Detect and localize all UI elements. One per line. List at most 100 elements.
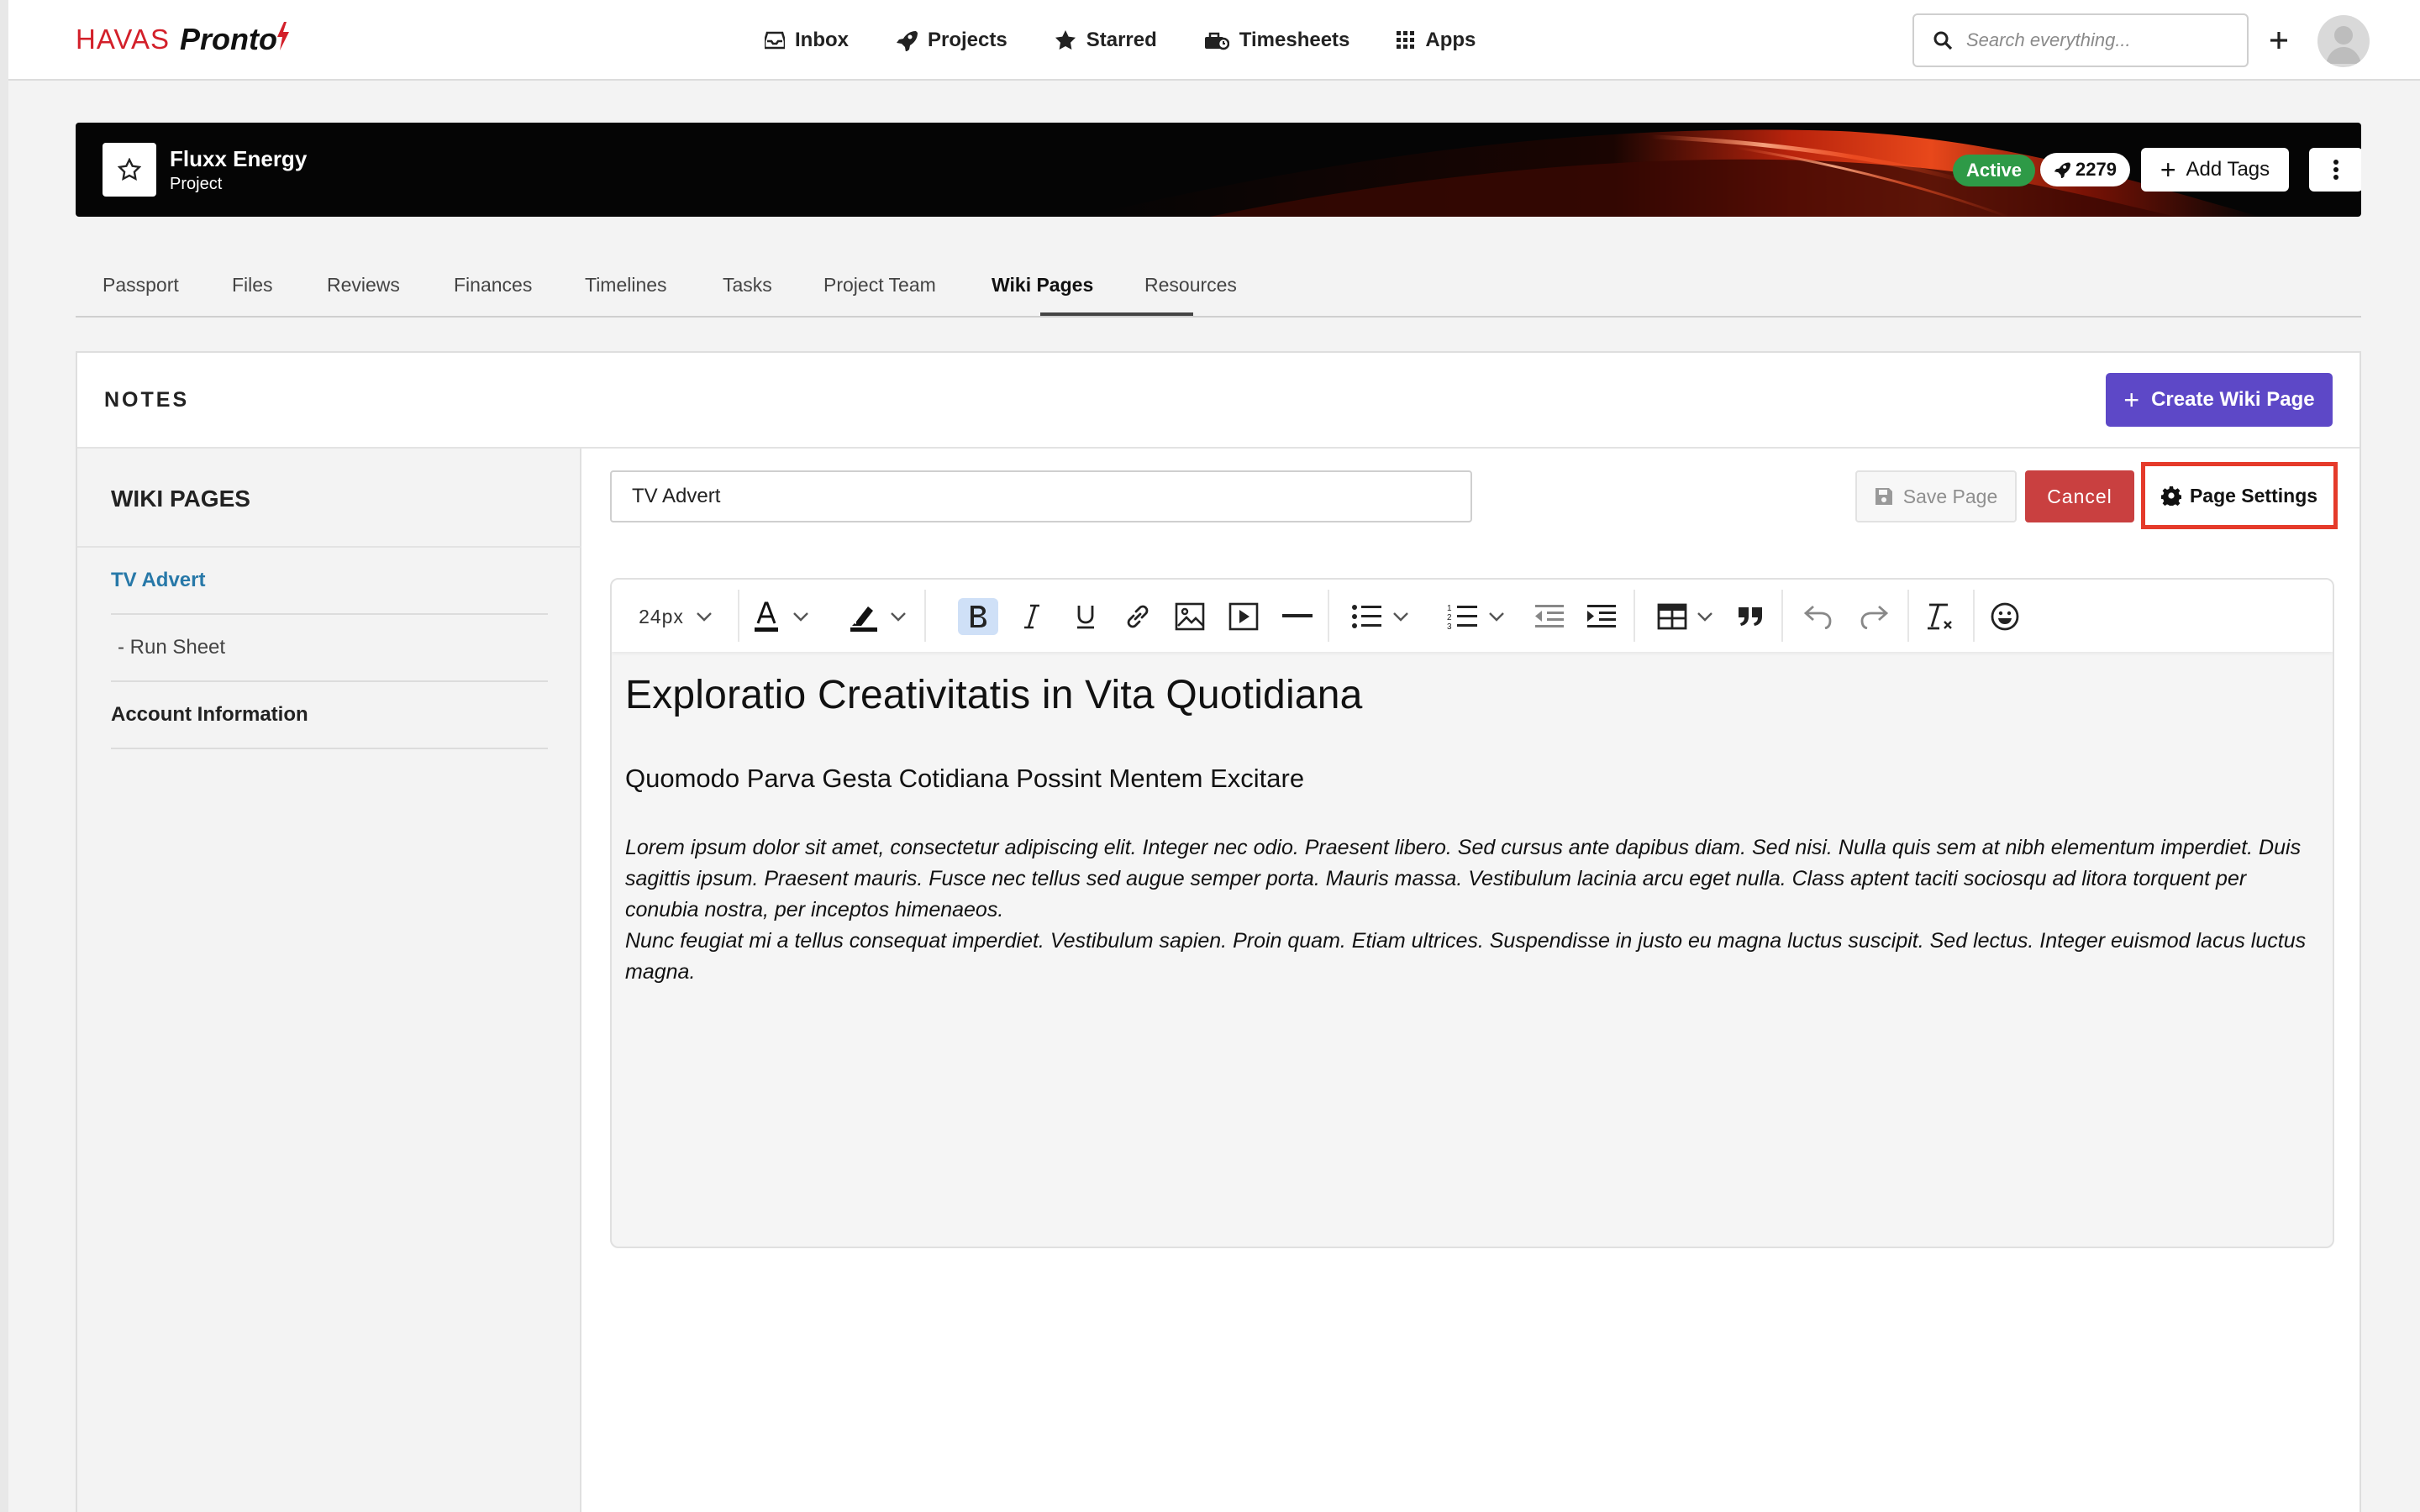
global-search[interactable]	[1912, 13, 2249, 67]
svg-text:3: 3	[1447, 622, 1452, 631]
plus-icon: +	[2160, 155, 2176, 185]
project-banner: Fluxx Energy Project Active 2279 + Add T…	[76, 123, 2361, 217]
create-wiki-page-label: Create Wiki Page	[2151, 388, 2315, 411]
logo-pronto-text: Pronto	[179, 22, 277, 56]
content-paragraph: Lorem ipsum dolor sit amet, consectetur …	[625, 836, 2302, 921]
app-logo[interactable]: HAVAS Pronto	[76, 18, 289, 60]
horizontal-rule-icon[interactable]	[1279, 598, 1316, 635]
add-tags-button[interactable]: + Add Tags	[2141, 148, 2289, 192]
indent-icon[interactable]	[1583, 598, 1620, 635]
timesheets-icon	[1204, 32, 1229, 50]
nav-apps[interactable]: Apps	[1397, 24, 1476, 57]
tab-resources[interactable]: Resources	[1144, 274, 1237, 297]
add-new-icon[interactable]	[2269, 25, 2289, 55]
chevron-down-icon[interactable]	[1486, 598, 1507, 635]
tab-passport[interactable]: Passport	[103, 274, 179, 297]
chevron-down-icon[interactable]	[887, 598, 909, 635]
logo-havas-text: HAVAS	[76, 24, 170, 55]
tab-timelines[interactable]: Timelines	[585, 274, 667, 297]
link-icon[interactable]	[1119, 598, 1156, 635]
toolbar-separator	[1634, 590, 1635, 642]
font-size-select[interactable]: 24px	[625, 598, 726, 635]
bold-icon[interactable]	[958, 598, 998, 635]
project-name: Fluxx Energy	[170, 146, 308, 171]
sidebar-item-account-information[interactable]: Account Information	[111, 682, 548, 749]
panel-title: NOTES	[104, 388, 190, 412]
toolbar-separator	[1781, 590, 1783, 642]
kebab-menu-icon	[2333, 160, 2338, 180]
tab-wiki-pages[interactable]: Wiki Pages	[992, 274, 1093, 297]
redo-icon[interactable]	[1855, 598, 1892, 635]
toolbar-separator	[1907, 590, 1909, 642]
page-title-input[interactable]	[610, 470, 1472, 522]
star-outline-icon	[118, 158, 141, 181]
video-icon[interactable]	[1225, 598, 1262, 635]
tab-reviews[interactable]: Reviews	[327, 274, 400, 297]
chevron-down-icon[interactable]	[1694, 598, 1716, 635]
cancel-button[interactable]: Cancel	[2025, 470, 2134, 522]
image-icon[interactable]	[1171, 598, 1208, 635]
nav-starred-label: Starred	[1086, 29, 1157, 51]
toolbar-separator	[738, 590, 739, 642]
save-page-button[interactable]: Save Page	[1855, 470, 2017, 522]
highlight-color-icon[interactable]	[845, 598, 882, 635]
svg-text:1: 1	[1447, 604, 1452, 613]
sidebar-item-run-sheet[interactable]: - Run Sheet	[111, 615, 548, 682]
window-edge	[0, 0, 8, 1512]
nav-timesheets[interactable]: Timesheets	[1204, 24, 1350, 57]
logo-bolt-icon	[276, 21, 289, 58]
nav-apps-label: Apps	[1425, 29, 1476, 51]
bullet-list-icon[interactable]	[1348, 598, 1385, 635]
chevron-down-icon[interactable]	[1390, 598, 1412, 635]
content-paragraph: Nunc feugiat mi a tellus consequat imper…	[625, 929, 2307, 984]
rocket-icon	[2054, 162, 2070, 178]
create-wiki-page-button[interactable]: + Create Wiki Page	[2106, 373, 2333, 427]
search-icon	[1933, 31, 1953, 50]
toolbar-separator	[924, 590, 926, 642]
active-tab-indicator	[1040, 312, 1193, 316]
add-tags-label: Add Tags	[2186, 158, 2270, 181]
chevron-down-icon[interactable]	[790, 598, 812, 635]
nav-starred[interactable]: Starred	[1055, 24, 1157, 57]
rocket-icon	[897, 31, 918, 51]
content-subheading: Quomodo Parva Gesta Cotidiana Possint Me…	[625, 764, 1305, 793]
italic-icon[interactable]	[1013, 598, 1050, 635]
undo-icon[interactable]	[1800, 598, 1837, 635]
page-settings-label: Page Settings	[2189, 484, 2318, 507]
notes-panel: NOTES + Create Wiki Page WIKI PAGES TV A…	[76, 351, 2361, 1512]
rich-text-editor: 24px 1 2 3 Exploratio Creativitatis in V…	[610, 578, 2334, 1248]
chevron-down-icon	[697, 612, 712, 622]
underline-icon[interactable]	[1067, 598, 1104, 635]
nav-projects[interactable]: Projects	[896, 24, 1007, 57]
nav-projects-label: Projects	[928, 29, 1007, 51]
table-icon[interactable]	[1654, 598, 1691, 635]
svg-text:2: 2	[1447, 613, 1452, 622]
toolbar-separator	[1328, 590, 1329, 642]
tab-files[interactable]: Files	[232, 274, 273, 297]
user-avatar[interactable]	[2317, 15, 2370, 67]
inbox-icon	[765, 31, 785, 50]
top-navigation-bar: HAVAS Pronto Inbox Projects Starred Time…	[8, 0, 2420, 81]
tab-project-team[interactable]: Project Team	[823, 274, 936, 297]
toolbar-separator	[1973, 590, 1975, 642]
page-settings-button[interactable]: Page Settings	[2141, 462, 2338, 529]
tab-finances[interactable]: Finances	[454, 274, 532, 297]
editor-content[interactable]: Exploratio Creativitatis in Vita Quotidi…	[625, 672, 2314, 988]
nav-timesheets-label: Timesheets	[1239, 29, 1350, 51]
apps-grid-icon	[1397, 31, 1415, 49]
blockquote-icon[interactable]	[1733, 598, 1770, 635]
tab-tasks[interactable]: Tasks	[723, 274, 772, 297]
clear-formatting-icon[interactable]	[1921, 598, 1958, 635]
emoji-icon[interactable]	[1986, 598, 2023, 635]
search-input[interactable]	[1966, 29, 2235, 51]
sidebar-item-tv-advert[interactable]: TV Advert	[111, 548, 548, 615]
more-options-button[interactable]	[2309, 148, 2361, 192]
numbered-list-icon[interactable]: 123	[1444, 598, 1481, 635]
outdent-icon[interactable]	[1531, 598, 1568, 635]
project-tabs: Passport Files Reviews Finances Timeline…	[76, 269, 2361, 318]
nav-inbox[interactable]: Inbox	[765, 24, 849, 57]
save-page-label: Save Page	[1902, 485, 1998, 507]
font-color-icon[interactable]	[748, 598, 785, 635]
favorite-star-button[interactable]	[103, 143, 156, 197]
nav-inbox-label: Inbox	[795, 29, 849, 51]
